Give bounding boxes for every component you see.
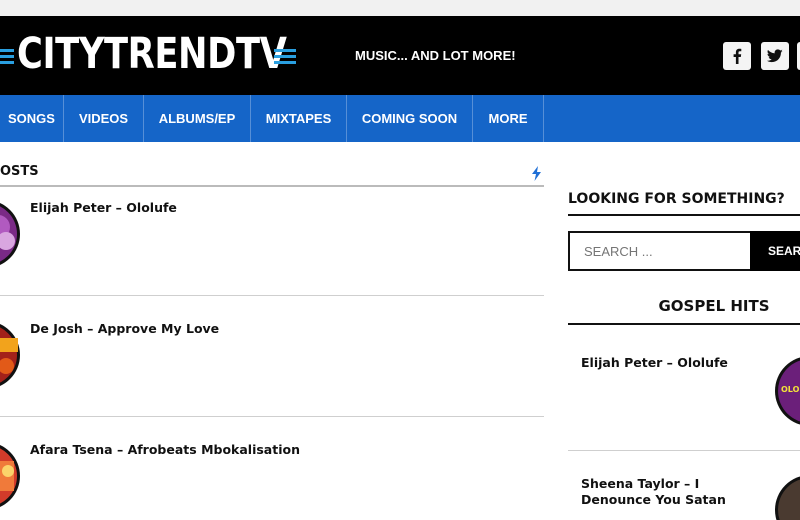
gospel-hits-title: GOSPEL HITS	[658, 297, 770, 315]
post-title[interactable]: De Josh – Approve My Love	[30, 321, 219, 336]
facebook-icon	[733, 48, 742, 64]
gospel-item-thumbnail[interactable]: OLOLU	[775, 355, 800, 427]
widget-divider	[568, 323, 800, 325]
nav-item-mixtapes[interactable]: MIXTAPES	[251, 95, 347, 142]
logo-bars-right	[274, 49, 296, 67]
section-title: OSTS	[0, 164, 39, 179]
site-header: CITYTRENDTV MUSIC... AND LOT MORE!	[0, 16, 800, 95]
post-divider	[0, 416, 544, 417]
logo-bars-left	[0, 49, 14, 67]
top-strip	[0, 0, 800, 16]
twitter-icon	[767, 49, 783, 63]
post-title[interactable]: Elijah Peter – Ololufe	[30, 200, 177, 215]
nav-item-coming-soon[interactable]: COMING SOON	[347, 95, 473, 142]
post-divider	[0, 295, 544, 296]
nav-item-albums[interactable]: ALBUMS/EP	[144, 95, 251, 142]
main-nav: SONGS VIDEOS ALBUMS/EP MIXTAPES COMING S…	[0, 95, 800, 142]
nav-item-videos[interactable]: VIDEOS	[64, 95, 144, 142]
gospel-item-title[interactable]: Elijah Peter – Ololufe	[581, 355, 761, 371]
lightning-icon	[532, 166, 541, 181]
search-button[interactable]: SEARCH	[750, 231, 800, 271]
widget-divider	[568, 214, 800, 216]
site-tagline: MUSIC... AND LOT MORE!	[355, 48, 516, 63]
gospel-divider	[568, 450, 800, 451]
nav-item-more[interactable]: MORE	[473, 95, 544, 142]
gospel-item-title[interactable]: Sheena Taylor – I Denounce You Satan	[581, 476, 766, 508]
site-logo[interactable]: CITYTRENDTV	[0, 16, 300, 95]
gospel-thumb-text: OLOLU	[781, 385, 800, 394]
nav-item-songs[interactable]: SONGS	[0, 95, 64, 142]
logo-text: CITYTRENDTV	[17, 29, 287, 79]
post-title[interactable]: Afara Tsena – Afrobeats Mbokalisation	[30, 442, 300, 457]
gospel-item-thumbnail[interactable]	[775, 474, 800, 520]
search-input[interactable]	[568, 231, 764, 271]
facebook-button[interactable]	[723, 42, 751, 70]
twitter-button[interactable]	[761, 42, 789, 70]
search-widget-title: LOOKING FOR SOMETHING?	[568, 191, 785, 207]
section-divider	[0, 185, 544, 187]
